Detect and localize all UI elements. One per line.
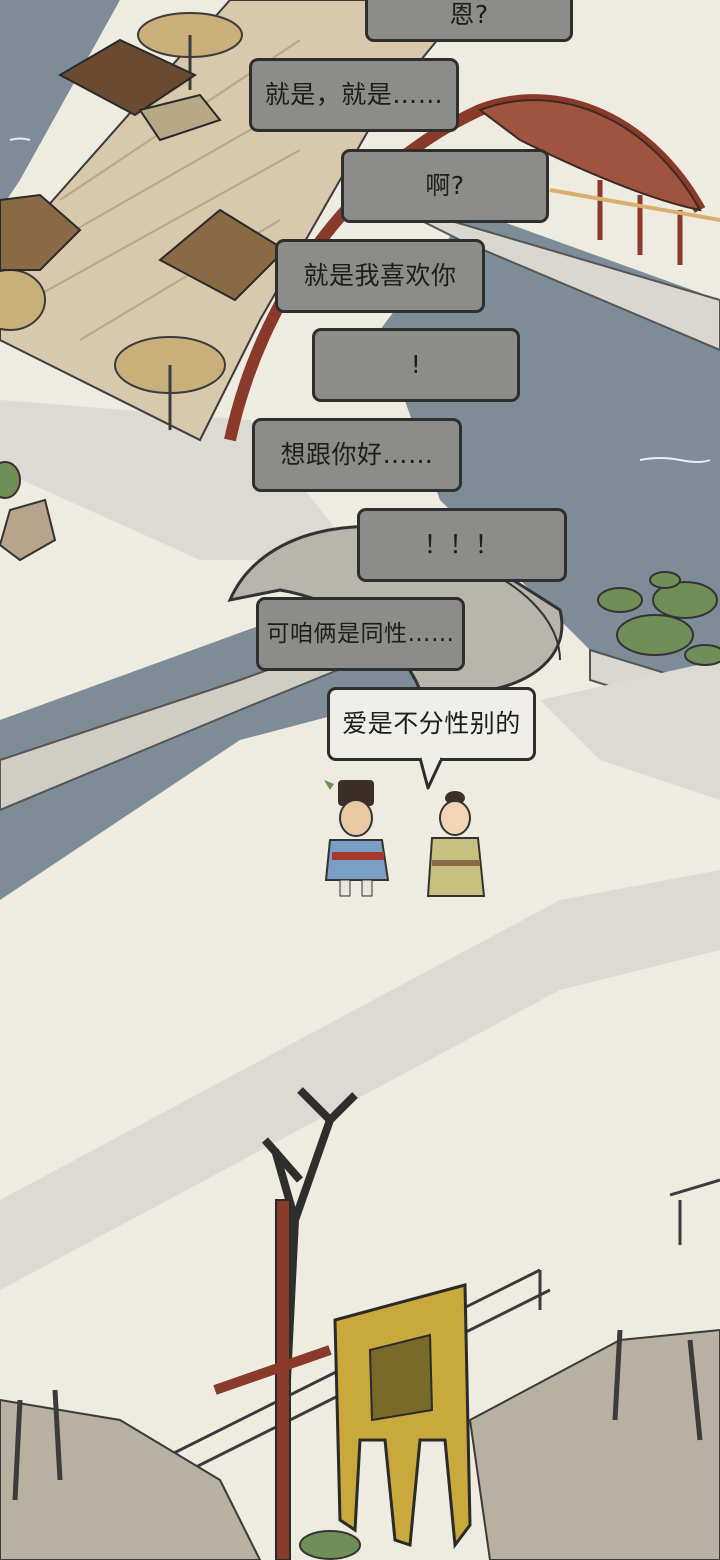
speech-tail	[418, 756, 444, 790]
dialogue-bubble-active[interactable]: 爱是不分性别的	[327, 687, 536, 761]
dialogue-bubble-3: 啊?	[341, 149, 549, 223]
game-scene	[0, 0, 720, 1560]
dialogue-bubble-5: !	[312, 328, 520, 402]
shrub	[299, 1530, 361, 1560]
dialogue-bubble-2: 就是，就是……	[249, 58, 459, 132]
dialogue-bubble-7: ！！！	[357, 508, 567, 582]
dialogue-bubble-8: 可咱俩是同性……	[256, 597, 465, 671]
flag-pole	[275, 1199, 291, 1560]
dialogue-bubble-4: 就是我喜欢你	[275, 239, 485, 313]
dialogue-bubble-6: 想跟你好……	[252, 418, 462, 492]
dialogue-bubble-1: 恩?	[365, 0, 573, 42]
banner-emblem	[368, 1333, 434, 1422]
